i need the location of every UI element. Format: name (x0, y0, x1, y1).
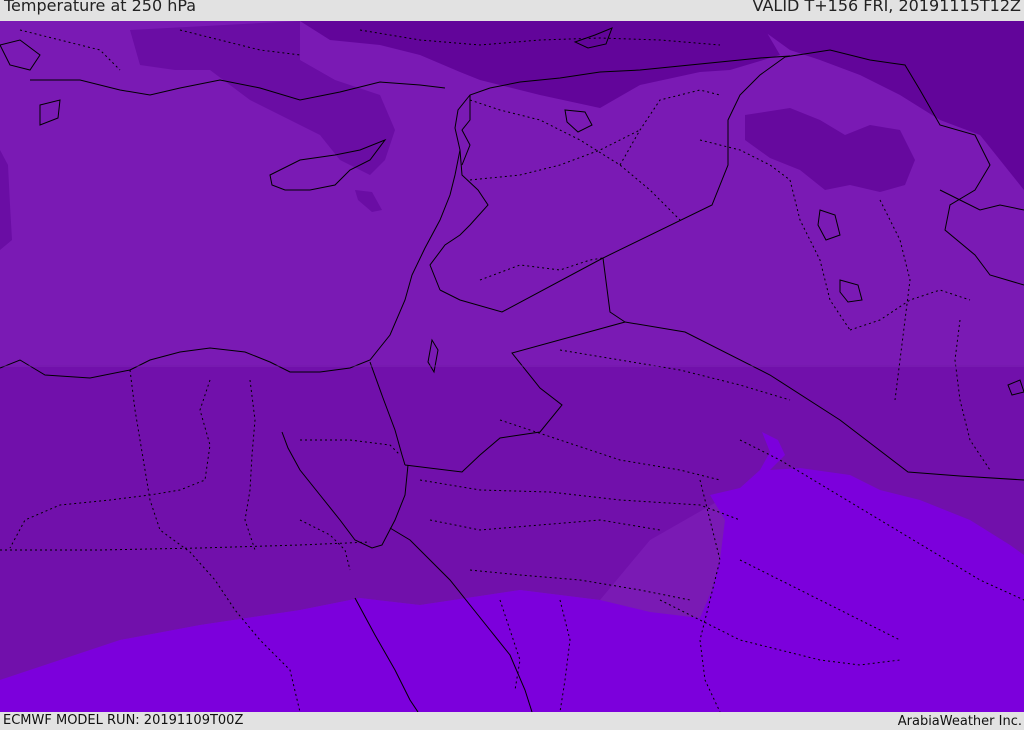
temperature-map[interactable] (0, 21, 1024, 712)
model-run-label: ECMWF MODEL RUN: 20191109T00Z (3, 713, 244, 728)
credit-label: ArabiaWeather Inc. (897, 714, 1022, 729)
footer-bar: ECMWF MODEL RUN: 20191109T00Z ArabiaWeat… (0, 712, 1024, 729)
header-bar: Temperature at 250 hPa VALID T+156 FRI, … (0, 0, 1024, 21)
valid-time: VALID T+156 FRI, 20191115T12Z (752, 0, 1021, 15)
map-canvas (0, 21, 1024, 712)
map-title: Temperature at 250 hPa (4, 0, 197, 15)
